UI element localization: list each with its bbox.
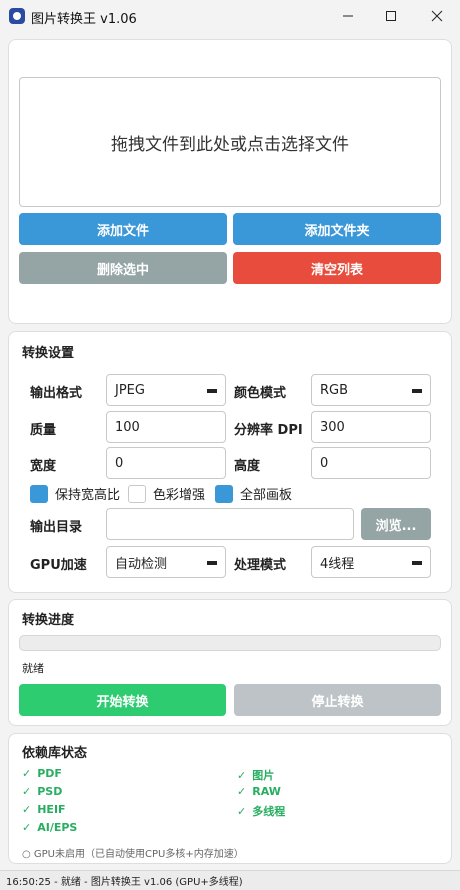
- dropdown-arrow-icon: [412, 561, 422, 565]
- output-format-select[interactable]: JPEG: [106, 374, 226, 406]
- color-mode-label: 颜色模式: [234, 386, 287, 401]
- all-artboards-checkbox[interactable]: 全部画板: [215, 484, 292, 503]
- remove-selected-button[interactable]: 删除选中: [19, 252, 227, 284]
- dep-item-heif: ✓ HEIF: [22, 803, 66, 816]
- output-format-label: 输出格式: [30, 386, 83, 401]
- checkbox-unchecked-icon: [128, 484, 146, 503]
- add-files-button[interactable]: 添加文件: [19, 213, 227, 245]
- progress-status: 就绪: [22, 662, 44, 675]
- check-icon: ✓: [22, 821, 32, 834]
- minimize-button[interactable]: [325, 0, 371, 32]
- dropdown-arrow-icon: [412, 389, 422, 393]
- check-icon: ✓: [237, 805, 247, 818]
- start-convert-button[interactable]: 开始转换: [19, 684, 226, 716]
- check-icon: ✓: [237, 785, 247, 798]
- mode-select[interactable]: 4线程: [311, 546, 431, 578]
- add-folder-button[interactable]: 添加文件夹: [233, 213, 441, 245]
- dropdown-arrow-icon: [207, 389, 217, 393]
- checkbox-checked-icon: [215, 484, 233, 503]
- progress-title: 转换进度: [22, 613, 75, 628]
- checkbox-checked-icon: [30, 484, 48, 503]
- color-mode-select[interactable]: RGB: [311, 374, 431, 406]
- dropdown-arrow-icon: [207, 561, 217, 565]
- dpi-label: 分辨率 DPI: [234, 423, 303, 438]
- progress-bar: [19, 635, 441, 651]
- check-icon: ✓: [237, 769, 247, 782]
- output-dir-input[interactable]: [106, 508, 354, 540]
- dep-item-psd: ✓ PSD: [22, 785, 63, 798]
- height-input[interactable]: 0: [311, 447, 431, 479]
- gpu-label: GPU加速: [30, 558, 87, 573]
- keep-ratio-checkbox[interactable]: 保持宽高比: [30, 484, 120, 503]
- check-icon: ✓: [22, 803, 32, 816]
- mode-label: 处理模式: [234, 558, 287, 573]
- dep-item-ai-eps: ✓ AI/EPS: [22, 821, 78, 834]
- close-icon: [431, 10, 443, 22]
- title-bar: 图片转换王 v1.06: [0, 0, 460, 32]
- app-icon: [9, 8, 25, 24]
- close-button[interactable]: [414, 0, 460, 32]
- status-bar-text: 16:50:25 - 就绪 - 图片转换王 v1.06 (GPU+多线程): [6, 877, 243, 888]
- width-input[interactable]: 0: [106, 447, 226, 479]
- check-icon: ✓: [22, 785, 32, 798]
- dep-item-multithread: ✓ 多线程: [237, 805, 286, 818]
- gpu-status-note: ○ GPU未启用（已自动使用CPU多核+内存加速）: [22, 849, 244, 860]
- quality-input[interactable]: 100: [106, 411, 226, 443]
- settings-title: 转换设置: [22, 346, 75, 361]
- height-label: 高度: [234, 459, 261, 474]
- browse-button[interactable]: 浏览...: [361, 508, 431, 540]
- dropzone-text: 拖拽文件到此处或点击选择文件: [111, 134, 349, 155]
- clear-list-button[interactable]: 清空列表: [233, 252, 441, 284]
- output-dir-label: 输出目录: [30, 520, 83, 535]
- window-title: 图片转换王 v1.06: [31, 12, 137, 27]
- maximize-icon: [386, 11, 396, 21]
- file-dropzone[interactable]: 拖拽文件到此处或点击选择文件: [19, 77, 441, 207]
- quality-label: 质量: [30, 423, 57, 438]
- dep-item-raw: ✓ RAW: [237, 785, 281, 798]
- dep-item-pdf: ✓ PDF: [22, 767, 62, 780]
- dependencies-title: 依赖库状态: [22, 746, 88, 761]
- stop-convert-button[interactable]: 停止转换: [234, 684, 441, 716]
- minimize-icon: [343, 15, 353, 17]
- color-enhance-checkbox[interactable]: 色彩增强: [128, 484, 205, 503]
- maximize-button[interactable]: [368, 0, 414, 32]
- dep-item-image: ✓ 图片: [237, 769, 275, 782]
- gpu-select[interactable]: 自动检测: [106, 546, 226, 578]
- status-bar: 16:50:25 - 就绪 - 图片转换王 v1.06 (GPU+多线程): [0, 870, 460, 890]
- check-icon: ✓: [22, 767, 32, 780]
- dpi-input[interactable]: 300: [311, 411, 431, 443]
- width-label: 宽度: [30, 459, 57, 474]
